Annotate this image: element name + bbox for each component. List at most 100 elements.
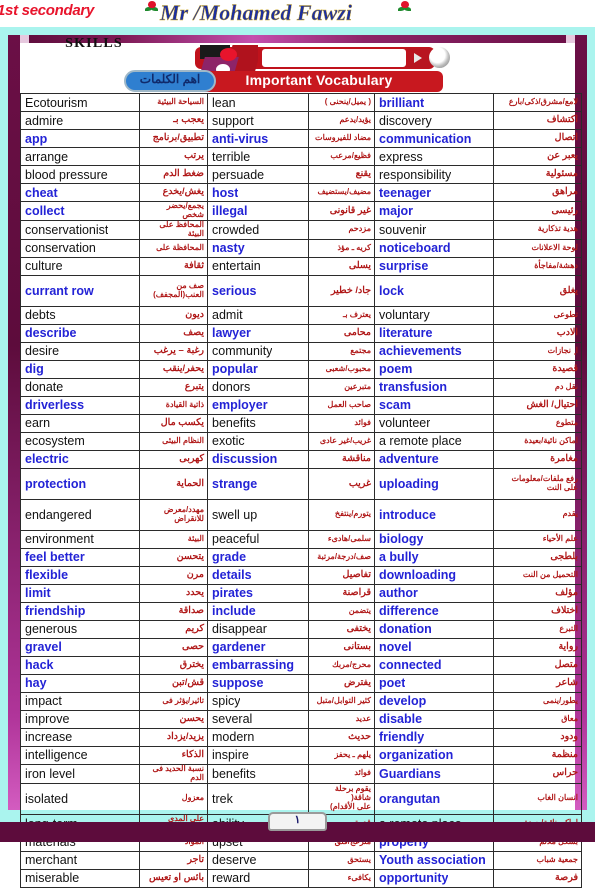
vocab-term: employer xyxy=(212,398,268,413)
vocab-translation: ا ٕ نجازات xyxy=(547,345,578,355)
vocab-term: pirates xyxy=(212,586,253,601)
vocab-translation-cell: سلمى/هادىء xyxy=(308,529,375,549)
vocab-term-cell: donors xyxy=(207,377,309,397)
vocab-term: support xyxy=(212,113,254,128)
skills-pill xyxy=(260,47,408,69)
vocab-term: collect xyxy=(25,203,65,218)
vocab-term: uploading xyxy=(379,476,439,491)
vocab-term-cell: environment xyxy=(20,529,140,549)
vocab-translation: حراس xyxy=(552,767,578,779)
vocab-term-cell: souvenir xyxy=(374,219,494,240)
vocab-translation-cell: يستحق xyxy=(308,850,375,870)
vocab-translation: نسبة الحديد فى الدم xyxy=(152,763,204,782)
vocab-translation: محرج/مربك xyxy=(332,659,371,669)
vocab-translation: جمعية شباب xyxy=(536,854,578,864)
table-row: conservation المحافظة على nasty كريه ـ مؤذ n… xyxy=(20,238,582,258)
vocab-term: modern xyxy=(212,730,255,745)
teacher-name: Mr /Mohamed Fawzi xyxy=(160,0,352,25)
vocab-term-cell: community xyxy=(207,341,309,361)
vocab-translation-cell: يفترض xyxy=(308,673,375,693)
vocab-translation: احتيال/ الغش xyxy=(526,399,578,410)
vocab-translation: النظام البيئى xyxy=(162,435,204,445)
vocab-translation-cell: ودود xyxy=(493,727,582,747)
vocab-translation-cell: معزول xyxy=(139,782,208,815)
vocab-translation: كريه ـ مؤذ xyxy=(337,242,371,252)
vocab-translation: معاق xyxy=(561,713,578,723)
table-row: app تطبيق/برنامج anti-virus مضاد للفيروسات c… xyxy=(20,129,582,148)
vocab-translation: يتورم/ينتفخ xyxy=(334,509,371,519)
vocab-term-cell: dig xyxy=(20,359,140,379)
vocab-term-cell: blood pressure xyxy=(20,165,140,184)
vocab-translation-cell: ( يميل/ينحنى ) xyxy=(308,93,375,112)
vocab-translation-cell: دهشة/مفاجأة xyxy=(493,256,582,276)
vocab-term: scam xyxy=(379,398,411,413)
vocab-term-cell: opportunity xyxy=(374,868,494,888)
vocab-term: crowded xyxy=(212,222,260,237)
vocab-translation-cell: تطوعى xyxy=(493,305,582,325)
vocab-translation-cell: النظام البيئى xyxy=(139,431,208,451)
vocab-term-cell: noticeboard xyxy=(374,238,494,258)
vocab-translation: مهدد/معرض للانقراض xyxy=(163,504,204,523)
vocab-translation: فرصة xyxy=(555,871,578,883)
vocab-term: host xyxy=(212,185,239,200)
vocab-term: admire xyxy=(25,113,64,128)
vocab-translation: يفترض xyxy=(343,677,371,688)
vocab-term-cell: feel better xyxy=(20,547,140,567)
vocab-translation: معزول xyxy=(181,793,204,803)
vocab-translation: رئيسى xyxy=(551,204,579,216)
vocab-term: merchant xyxy=(25,853,78,868)
vocabulary-label: Important Vocabulary xyxy=(245,72,393,88)
vocab-term: protection xyxy=(25,476,87,491)
vocab-term-cell: discovery xyxy=(374,111,494,130)
vocab-term-cell: poet xyxy=(374,673,494,693)
vocab-translation: البيئة xyxy=(187,533,204,543)
vocab-translation-cell: بلطجى xyxy=(493,547,582,567)
vocab-term: anti-virus xyxy=(212,131,269,146)
vocab-translation-cell: انسان الغاب xyxy=(493,782,582,815)
vocab-translation: مضاد للفيروسات xyxy=(315,133,371,143)
vocab-term: illegal xyxy=(212,203,248,218)
vocab-term-cell: Ecotourism xyxy=(20,93,140,112)
vocab-term: grade xyxy=(212,550,247,565)
vocab-translation: مضيف/يستضيف xyxy=(317,187,371,197)
vocab-translation: يتضمن xyxy=(348,605,371,615)
vocab-term-cell: hay xyxy=(20,673,140,693)
vocab-term-cell: communication xyxy=(374,129,494,148)
vocab-term-cell: suppose xyxy=(207,673,309,693)
vocabulary-table: Ecotourism السياحة البيئية lean ( يميل/ينحن… xyxy=(20,93,582,888)
table-row: ecosystem النظام البيئى exotic غريب/غير عاد… xyxy=(20,431,582,451)
vocab-translation: دهشة/مفاجأة xyxy=(534,260,578,270)
vocab-term: disable xyxy=(379,712,423,727)
vocab-term: opportunity xyxy=(379,871,449,886)
vocab-term: exotic xyxy=(212,434,245,449)
vocab-translation: اكتشاف xyxy=(546,114,578,126)
vocab-translation-cell: البيئة xyxy=(139,529,208,549)
vocab-term: serious xyxy=(212,283,257,298)
vocab-term: details xyxy=(212,568,252,583)
vocab-translation-cell: كثير التوابل/متبل xyxy=(308,691,375,711)
vocab-translation: ديون xyxy=(185,309,204,320)
vocab-translation-cell: مزدحم xyxy=(308,219,375,240)
vocab-term: introduce xyxy=(379,507,436,522)
vocab-translation-cell: يرتب xyxy=(139,147,208,166)
vocab-term: communication xyxy=(379,131,472,146)
vocab-translation-cell: المحافظة على xyxy=(139,238,208,258)
vocab-translation: يقنع xyxy=(355,168,371,180)
vocab-term: isolated xyxy=(25,791,69,806)
vocab-translation: يكافىء xyxy=(347,872,371,882)
vocab-term-cell: crowded xyxy=(207,219,309,240)
vocab-term-cell: increase xyxy=(20,727,140,747)
vocab-term-cell: anti-virus xyxy=(207,129,309,148)
vocab-translation: غريب/غير عادى xyxy=(319,435,371,445)
vocab-term: culture xyxy=(25,259,63,274)
table-row: increase يزيد/يزداد modern حديث friendly ودود xyxy=(20,727,582,747)
vocab-term: driverless xyxy=(25,398,85,413)
vocab-translation: يطور/ينمى xyxy=(543,695,578,705)
vocab-term: achievements xyxy=(379,344,462,359)
vocab-translation-cell: يعجب بـ xyxy=(139,111,208,130)
vocab-term-cell: debts xyxy=(20,305,140,325)
vocab-term: desire xyxy=(25,344,60,359)
vocab-term: deserve xyxy=(212,853,257,868)
vocab-term-cell: collect xyxy=(20,201,140,221)
vocab-translation: ضغط الدم xyxy=(163,168,204,180)
